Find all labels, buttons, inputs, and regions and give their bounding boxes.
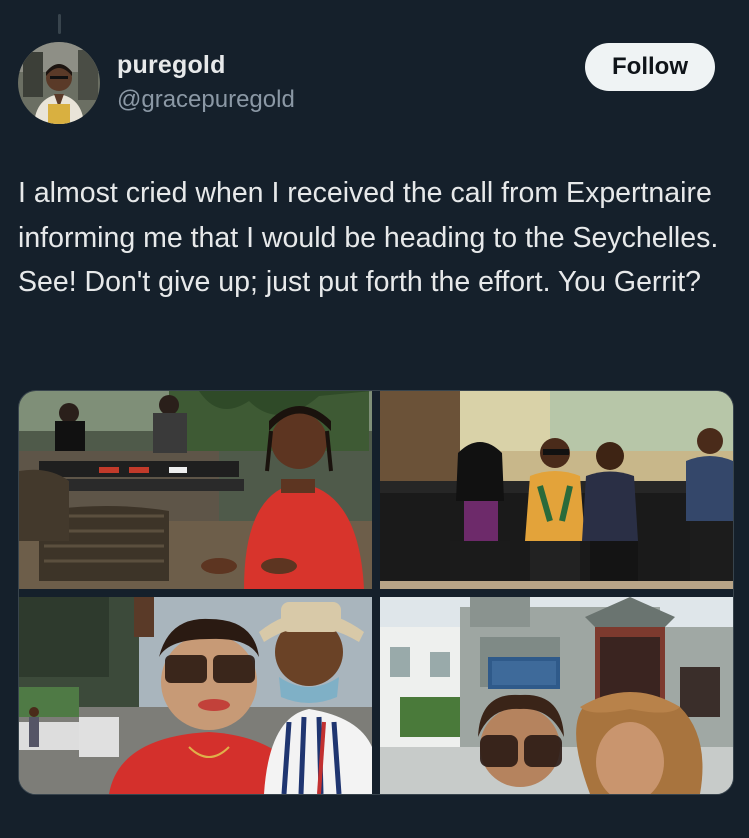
media-grid bbox=[18, 390, 734, 795]
restaurant-photo-icon bbox=[19, 391, 372, 589]
follow-button[interactable]: Follow bbox=[585, 43, 715, 91]
media-photo-selfie-street[interactable] bbox=[19, 597, 372, 794]
media-photo-restaurant[interactable] bbox=[19, 391, 372, 589]
author-avatar[interactable] bbox=[18, 42, 100, 124]
author-display-name[interactable]: puregold bbox=[117, 51, 226, 80]
media-photo-group-sofa[interactable] bbox=[380, 391, 733, 589]
media-photo-temple-selfie[interactable] bbox=[380, 597, 733, 794]
author-handle[interactable]: @gracepuregold bbox=[117, 86, 295, 114]
temple-selfie-photo-icon bbox=[380, 597, 733, 794]
avatar-photo-icon bbox=[18, 42, 100, 124]
tweet-text: I almost cried when I received the call … bbox=[18, 177, 719, 298]
thread-connector-line bbox=[58, 14, 61, 34]
selfie-street-photo-icon bbox=[19, 597, 372, 794]
group-sofa-photo-icon bbox=[380, 391, 733, 589]
